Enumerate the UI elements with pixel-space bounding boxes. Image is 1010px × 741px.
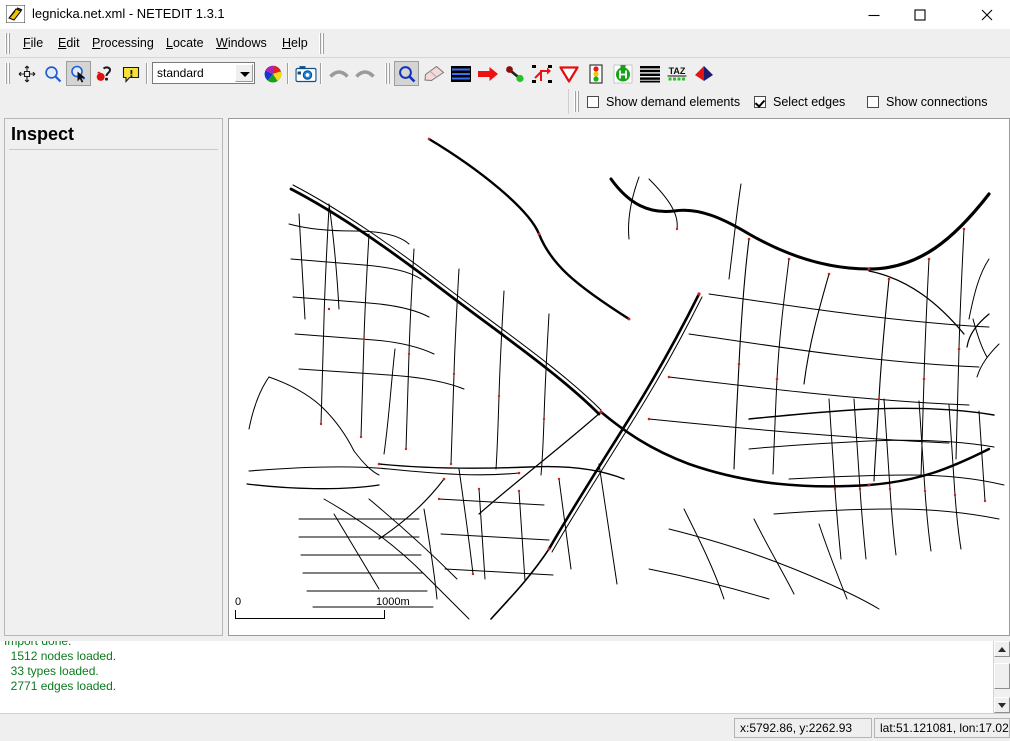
taz-mode-button[interactable]: TAZ [664, 61, 689, 86]
message-line: Import done: [0, 641, 985, 649]
maximize-button[interactable] [897, 0, 943, 29]
menu-processing[interactable]: Processing [85, 33, 161, 54]
menu-edit[interactable]: Edit [51, 33, 87, 54]
crossing-mode-button[interactable] [637, 61, 662, 86]
network-view-canvas[interactable]: 0 1000m [228, 118, 1010, 636]
menu-help[interactable]: Help [275, 33, 315, 54]
select-edges-label: Select edges [773, 95, 845, 109]
show-demand-elements-checkbox[interactable]: Show demand elements [587, 93, 740, 110]
scroll-up-button[interactable] [994, 641, 1010, 657]
message-lines: Import done: 1512 nodes loaded. 33 types… [0, 641, 985, 694]
message-line: 33 types loaded. [0, 664, 985, 679]
scale-left-label: 0 [235, 596, 241, 608]
redo-button[interactable] [352, 61, 377, 86]
window-title: legnicka.net.xml - NETEDIT 1.3.1 [32, 6, 225, 21]
undo-button[interactable] [326, 61, 351, 86]
toolbar-grip-1[interactable] [4, 63, 10, 84]
menu-windows[interactable]: Windows [209, 33, 274, 54]
inspector-divider [9, 149, 218, 150]
select-mode-button[interactable] [448, 61, 473, 86]
select-edges-checkbox[interactable]: Select edges [754, 93, 845, 110]
show-tooltips-button[interactable] [118, 61, 143, 86]
show-connections-label: Show connections [886, 95, 987, 109]
move-mode-button[interactable] [475, 61, 500, 86]
checkbox-box[interactable] [754, 96, 766, 108]
view-scheme-combo[interactable]: standard [152, 62, 255, 84]
inspect-mode-button[interactable] [394, 61, 419, 86]
message-window[interactable]: Import done: 1512 nodes loaded. 33 types… [0, 641, 1010, 713]
view-scheme-value: standard [157, 66, 204, 80]
checkbox-box[interactable] [587, 96, 599, 108]
menu-bar: File Edit Processing Locate Windows Help… [0, 29, 1010, 58]
menubar-grip[interactable] [4, 33, 10, 54]
main-toolbar: standard [0, 58, 1010, 89]
checkbox-box[interactable] [867, 96, 879, 108]
show-connections-checkbox[interactable]: Show connections [867, 93, 987, 110]
view-options-grip[interactable] [573, 91, 579, 112]
additional-mode-button[interactable] [610, 61, 635, 86]
toolbar-grip-2[interactable] [384, 63, 390, 84]
inspector-title: Inspect [11, 124, 74, 145]
netedit-logo-icon [6, 5, 25, 23]
view-options-bar: Show demand elements Select edges Show c… [0, 89, 1010, 114]
show-demand-elements-label: Show demand elements [606, 95, 740, 109]
svg-text:TAZ: TAZ [668, 66, 685, 76]
delete-mode-button[interactable] [421, 61, 446, 86]
status-bar: x:5792.86, y:2262.93 lat:51.121081, lon:… [0, 713, 1010, 741]
chevron-down-icon[interactable] [235, 64, 253, 82]
inspector-panel: Inspect [4, 118, 223, 636]
message-line: 1512 nodes loaded. [0, 649, 985, 664]
menu-locate[interactable]: Locate [159, 33, 211, 54]
edit-colors-button[interactable] [260, 61, 285, 86]
shape-mode-button[interactable] [691, 61, 716, 86]
scroll-down-button[interactable] [994, 697, 1010, 713]
minimize-button[interactable] [851, 0, 897, 29]
create-edge-mode-button[interactable] [502, 61, 527, 86]
road-network-rendering [229, 119, 1009, 635]
geo-position-field: lat:51.121081, lon:17.0273 [874, 718, 1010, 738]
netedit-window: legnicka.net.xml - NETEDIT 1.3.1 File Ed… [0, 0, 1010, 740]
supermode-grip[interactable] [318, 33, 324, 54]
scroll-thumb[interactable] [994, 663, 1010, 689]
close-button[interactable] [964, 0, 1010, 29]
cursor-position-field: x:5792.86, y:2262.93 [734, 718, 872, 738]
message-scrollbar[interactable] [993, 641, 1010, 713]
zoom-select-button[interactable] [66, 61, 91, 86]
map-scale-bar: 0 1000m [235, 595, 385, 619]
locator-button[interactable] [92, 61, 117, 86]
connection-mode-button[interactable] [529, 61, 554, 86]
menu-file[interactable]: File [16, 33, 50, 54]
make-snapshot-button[interactable] [293, 61, 318, 86]
recenter-view-button[interactable] [14, 61, 39, 86]
scale-right-label: 1000m [376, 596, 410, 608]
message-line: 2771 edges loaded. [0, 679, 985, 694]
traffic-light-mode-button[interactable] [583, 61, 608, 86]
prohibition-mode-button[interactable] [556, 61, 581, 86]
title-bar: legnicka.net.xml - NETEDIT 1.3.1 [0, 0, 1010, 29]
zoom-button[interactable] [40, 61, 65, 86]
